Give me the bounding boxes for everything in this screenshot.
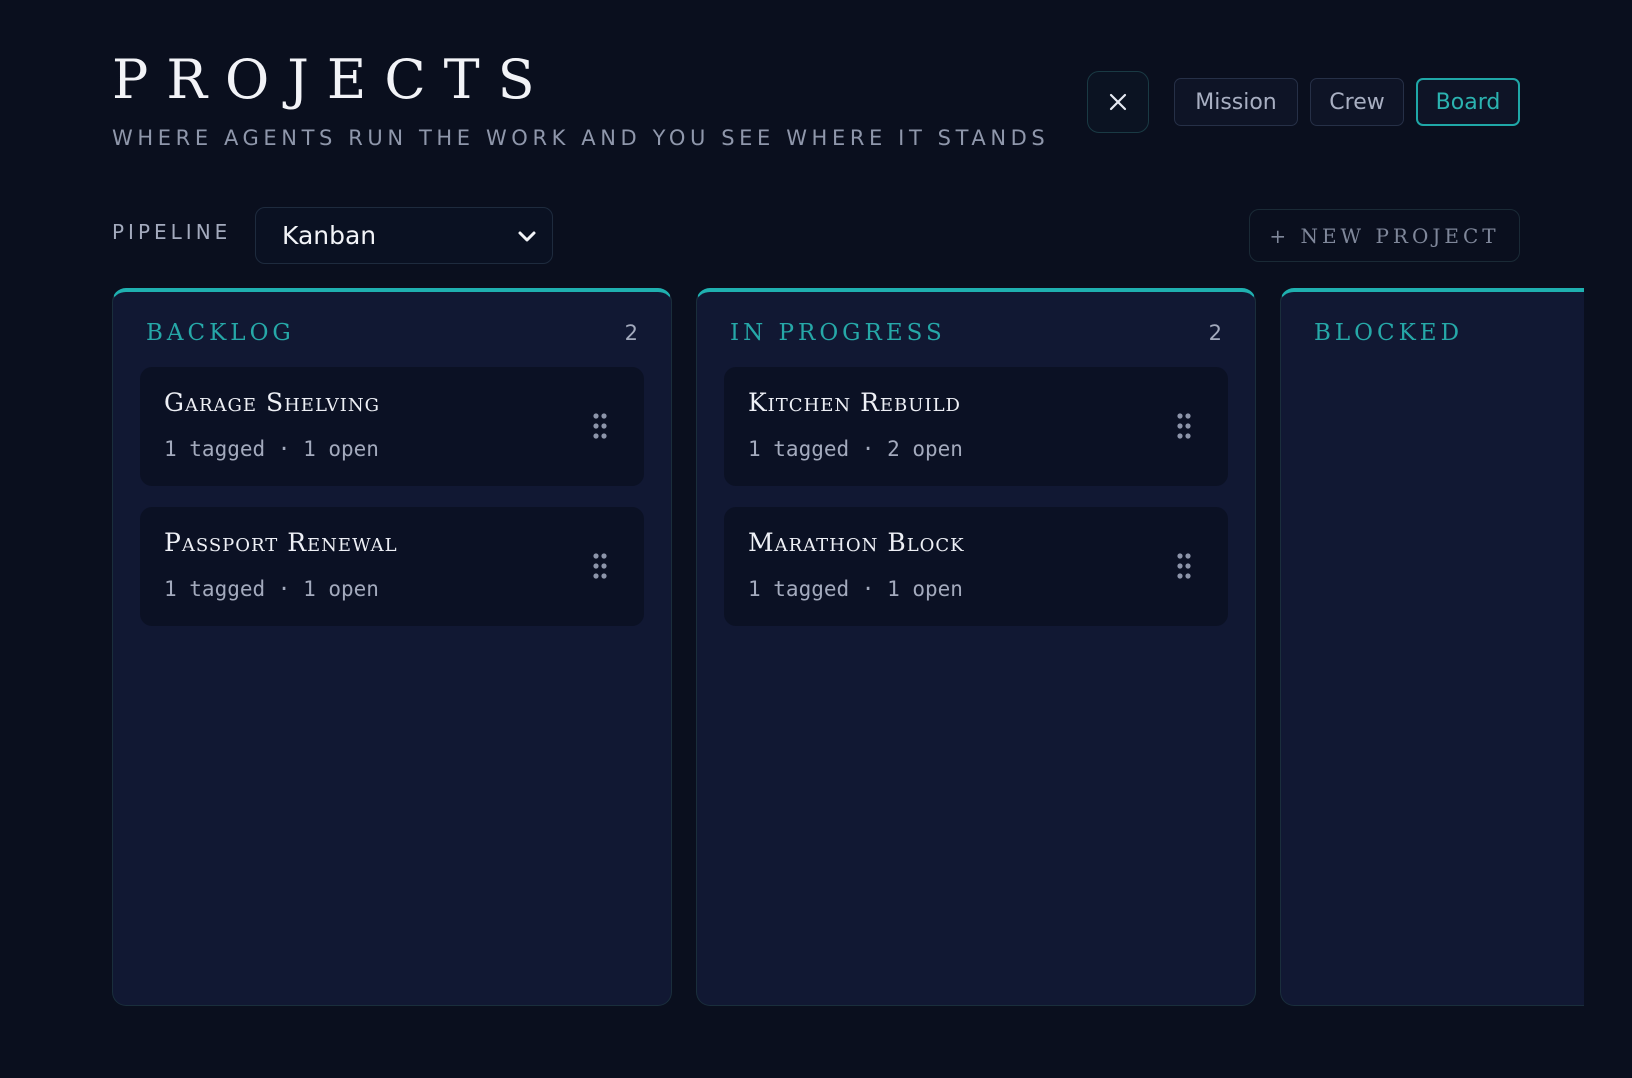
project-card-kitchen-rebuild[interactable]: Kitchen Rebuild 1 tagged · 2 open [724,367,1228,486]
column-title: IN PROGRESS [730,320,946,346]
column-title: BACKLOG [146,320,295,346]
close-button[interactable] [1087,71,1149,133]
close-icon [1109,93,1127,111]
pipeline-select[interactable]: Kanban [255,207,553,264]
column-in-progress: IN PROGRESS 2 Kitchen Rebuild 1 tagged ·… [696,288,1256,1006]
card-meta: 1 tagged · 1 open [164,577,379,601]
nav-crew-button[interactable]: Crew [1310,78,1404,126]
project-card-passport-renewal[interactable]: Passport Renewal 1 tagged · 1 open [140,507,644,626]
drag-handle-icon[interactable] [592,412,608,440]
nav-board-button[interactable]: Board [1416,78,1520,126]
drag-handle-icon[interactable] [592,552,608,580]
card-meta: 1 tagged · 2 open [748,437,963,461]
drag-handle-icon[interactable] [1176,552,1192,580]
column-blocked: BLOCKED [1280,288,1584,1006]
project-card-marathon-block[interactable]: Marathon Block 1 tagged · 1 open [724,507,1228,626]
page-title: PROJECTS [112,48,553,111]
card-meta: 1 tagged · 1 open [748,577,963,601]
projects-page: PROJECTS WHERE AGENTS RUN THE WORK AND Y… [0,0,1632,1078]
kanban-board: BACKLOG 2 Garage Shelving 1 tagged · 1 o… [112,288,1584,1006]
chevron-down-icon [518,231,536,241]
column-backlog: BACKLOG 2 Garage Shelving 1 tagged · 1 o… [112,288,672,1006]
card-title: Marathon Block [748,528,965,557]
column-count: 2 [1208,321,1222,345]
column-title: BLOCKED [1314,320,1464,346]
column-count: 2 [624,321,638,345]
card-title: Kitchen Rebuild [748,388,961,417]
project-card-garage-shelving[interactable]: Garage Shelving 1 tagged · 1 open [140,367,644,486]
pipeline-label: PIPELINE [112,220,232,244]
nav-mission-button[interactable]: Mission [1174,78,1298,126]
new-project-button[interactable]: + NEW PROJECT [1249,209,1520,262]
drag-handle-icon[interactable] [1176,412,1192,440]
page-subtitle: WHERE AGENTS RUN THE WORK AND YOU SEE WH… [112,126,1050,150]
card-meta: 1 tagged · 1 open [164,437,379,461]
card-title: Passport Renewal [164,528,398,557]
pipeline-select-value: Kanban [282,221,377,250]
card-title: Garage Shelving [164,388,381,417]
